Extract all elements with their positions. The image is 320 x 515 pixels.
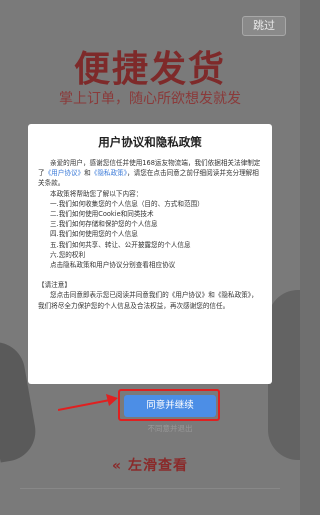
list-item: 点击隐私政策和用户协议分别查看相应协议 xyxy=(50,261,176,270)
privacy-policy-link[interactable]: 《隐私政策》 xyxy=(91,169,127,177)
summary-heading: 本政策将帮助您了解以下内容： xyxy=(50,189,143,198)
intro-paragraph: 亲爱的用户，感谢您信任并使用168运友物流端，我们依据相关法律制定了《用户协议》… xyxy=(38,158,264,189)
arrow-right-icon xyxy=(58,394,118,411)
skip-button[interactable]: 跳过 xyxy=(242,16,286,36)
list-item: 二.我们如何使用Cookie和同类技术 xyxy=(50,210,154,219)
list-item: 五.我们如何共享、转让、公开披露您的个人信息 xyxy=(50,240,191,249)
list-item: 一.我们如何收集您的个人信息（目的、方式和范围） xyxy=(50,199,204,208)
highlight-box xyxy=(118,389,220,421)
double-chevron-left-icon: « xyxy=(111,458,123,474)
divider xyxy=(20,488,280,489)
swipe-hint[interactable]: « 左滑查看 xyxy=(0,455,300,475)
swipe-hint-label: 左滑查看 xyxy=(128,458,189,474)
notice-text: 您点击同意即表示您已阅读并同意我们的《用户协议》和《隐私政策》，我们将尽全力保护… xyxy=(38,291,258,310)
dialog-body: 亲爱的用户，感谢您信任并使用168运友物流端，我们依据相关法律制定了《用户协议》… xyxy=(38,158,264,311)
list-item: 四.我们如何使用您的个人信息 xyxy=(50,230,138,239)
conjunction-text: 和 xyxy=(84,169,91,178)
privacy-dialog: 用户协议和隐私政策 亲爱的用户，感谢您信任并使用168运友物流端，我们依据相关法… xyxy=(28,124,272,384)
splash-title: 便捷发货 xyxy=(73,49,226,90)
user-agreement-link[interactable]: 《用户协议》 xyxy=(45,169,85,177)
list-item: 三.我们如何存储和保护您的个人信息 xyxy=(50,220,158,229)
decline-exit-button[interactable]: 不同意并退出 xyxy=(124,423,216,434)
dialog-title: 用户协议和隐私政策 xyxy=(98,135,202,149)
splash-subtitle: 掌上订单，随心所欲想发就发 xyxy=(59,91,241,107)
list-item: 六.您的权利 xyxy=(50,250,86,259)
decorative-shape-right xyxy=(268,290,300,460)
notice-heading: 【请注意】 xyxy=(38,281,71,290)
